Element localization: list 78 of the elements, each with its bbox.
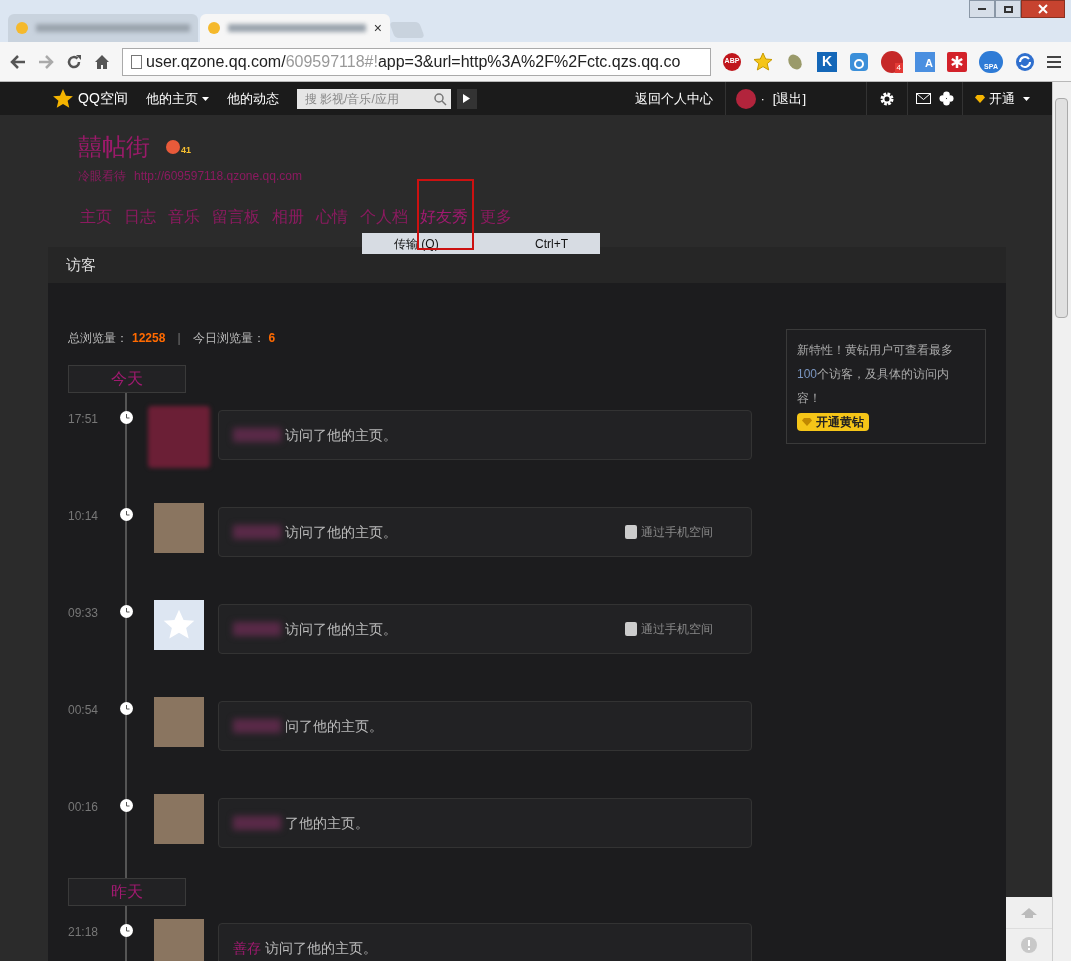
translate-icon[interactable]: A — [915, 51, 935, 72]
apple-icon — [166, 140, 180, 154]
back-icon[interactable] — [10, 54, 26, 69]
level-label: 41 — [181, 144, 191, 158]
phone-icon — [625, 622, 637, 636]
caret-icon — [1023, 96, 1030, 101]
play-button[interactable] — [456, 88, 477, 109]
home-icon[interactable] — [94, 53, 110, 70]
ring-icon[interactable] — [849, 51, 869, 72]
close-button[interactable] — [1021, 0, 1065, 18]
visit-text: 访问了他的主页。 — [285, 425, 397, 445]
extension-icon[interactable]: K — [817, 51, 837, 72]
browser-tab[interactable]: × — [200, 14, 390, 42]
stat-separator: | — [177, 330, 181, 347]
stat-label: 总浏览量： — [68, 330, 128, 347]
via-text: 通过手机空间 — [641, 524, 713, 541]
search-icon[interactable] — [432, 91, 447, 106]
page-icon — [131, 54, 142, 69]
visit-text: 了他的主页。 — [285, 813, 369, 833]
reload-icon[interactable] — [66, 53, 82, 70]
date-label: 昨天 — [68, 878, 186, 906]
site-logo[interactable]: QQ空间 — [78, 88, 128, 109]
logout-link[interactable]: [退出] — [772, 88, 806, 109]
favicon-icon — [208, 22, 220, 34]
tab-close-button[interactable]: × — [373, 17, 382, 39]
settings-icon[interactable] — [879, 90, 895, 107]
avatar[interactable] — [736, 88, 757, 109]
star-icon[interactable] — [753, 51, 773, 72]
caret-icon — [201, 96, 209, 101]
stat-value: 12258 — [132, 330, 166, 347]
visit-text: 访问了他的主页。 — [285, 619, 397, 639]
top-menu-item[interactable]: 他的动态 — [226, 88, 279, 109]
visit-time: 00:16 — [68, 799, 100, 816]
menu-icon[interactable] — [1047, 55, 1061, 68]
visit-time: 17:51 — [68, 411, 100, 428]
address-bar[interactable]: user.qzone.qq.com/609597118#!app=3&url=http%3A%2F%2Fctc.qzs.qq.co — [122, 47, 711, 76]
via-text: 通过手机空间 — [641, 621, 713, 638]
search-field[interactable]: 搜 影视/音乐/应用 — [296, 88, 451, 109]
shortcut-text: Ctrl+T — [535, 235, 568, 253]
visit-text: 访问了他的主页。 — [285, 522, 397, 542]
favicon-icon — [16, 22, 28, 34]
badge-count: 4 — [894, 62, 903, 73]
separator-dot: · — [760, 89, 765, 108]
diamond-icon — [975, 94, 985, 103]
vip-button[interactable]: 开通 — [975, 88, 1030, 109]
phone-icon — [625, 525, 637, 539]
visit-text: 访问了他的主页。 — [265, 938, 377, 958]
mail-icon[interactable] — [916, 93, 931, 104]
promo-text: 新特性！黄钻用户可查看最多 100个访客，及具体的访问内容！ — [797, 342, 954, 407]
date-label: 今天 — [68, 365, 186, 393]
scrollbar[interactable] — [1052, 82, 1071, 961]
stop-sign-icon[interactable]: 4 — [881, 50, 903, 73]
maximize-button[interactable] — [995, 0, 1021, 18]
url-text: user.qzone.qq.com/609597118#!app=3&url=http%3A%2F%2Fctc.qzs.qq.co — [146, 51, 681, 72]
forward-icon[interactable] — [38, 54, 54, 69]
top-menu-item[interactable]: 他的主页 — [145, 88, 209, 109]
play-icon — [463, 94, 471, 103]
visit-time: 21:18 — [68, 924, 100, 941]
visitor-name[interactable]: 善存 — [233, 937, 261, 959]
close-icon — [1038, 4, 1048, 14]
asterisk-icon[interactable] — [947, 51, 967, 72]
visit-time: 00:54 — [68, 702, 100, 719]
minimize-button[interactable] — [969, 0, 995, 18]
visit-text: 问了他的主页。 — [285, 716, 383, 736]
stat-label: 今日浏览量： — [192, 330, 265, 347]
panel-title: 访客 — [66, 254, 96, 275]
stat-value: 6 — [268, 330, 276, 347]
profile-name: 囍帖街 — [78, 132, 150, 162]
visit-time: 09:33 — [68, 605, 100, 622]
highlight-frame — [417, 179, 474, 250]
activate-vip-button[interactable]: 开通黄钻 — [797, 413, 869, 431]
refresh-icon[interactable] — [1015, 51, 1035, 72]
profile-motto: 冷眼看待 — [78, 168, 126, 185]
clover-icon[interactable] — [939, 91, 954, 106]
return-link[interactable]: 返回个人中心 — [635, 88, 714, 109]
star-icon — [52, 87, 74, 110]
diamond-icon — [802, 418, 812, 426]
visit-time: 10:14 — [68, 508, 100, 525]
